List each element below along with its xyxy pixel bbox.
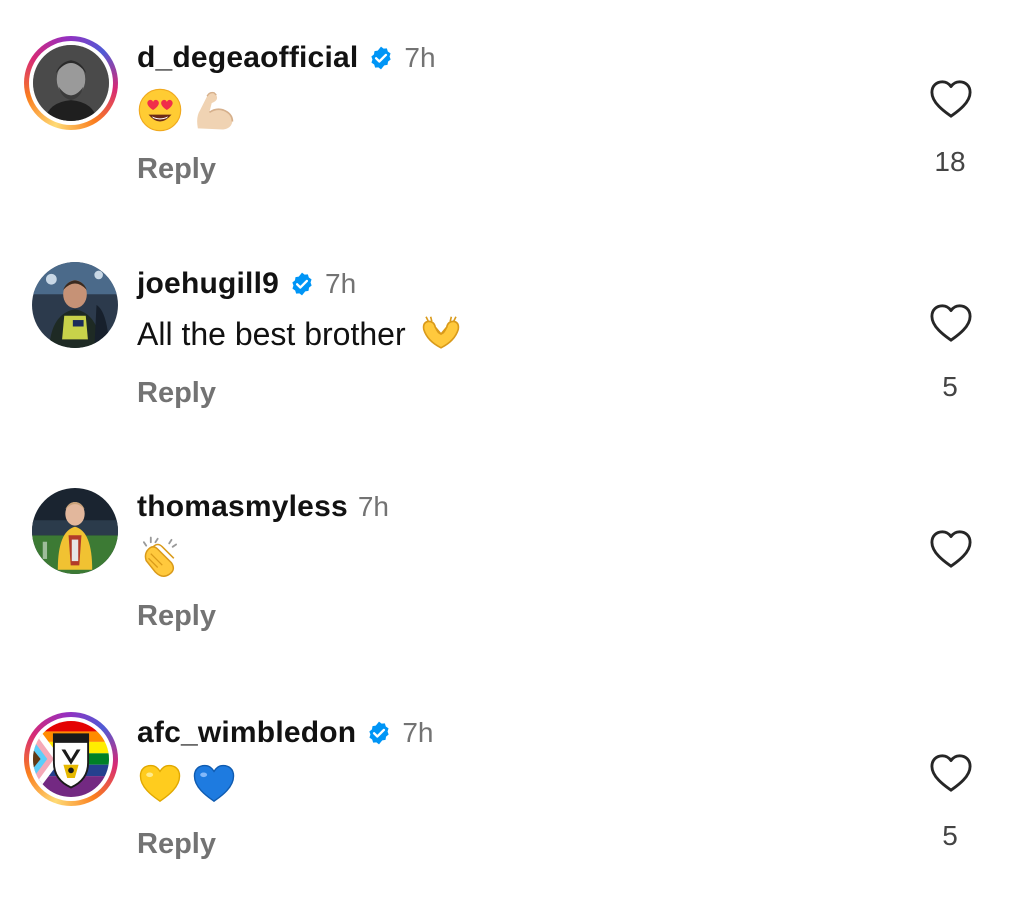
comment-header: joehugill9 7h [137,264,356,304]
like-count: 18 [934,146,966,177]
timestamp: 7h [404,42,436,73]
yellow-heart-emoji [137,761,183,807]
verified-badge-icon [368,45,394,71]
timestamp: 7h [402,717,434,748]
avatar[interactable] [24,36,118,130]
like-count: 5 [942,371,958,402]
timestamp: 7h [325,268,357,299]
reply-button[interactable]: Reply [137,600,216,633]
like-heart-icon[interactable] [928,752,974,794]
reply-button[interactable]: Reply [137,377,216,410]
comment-text [137,760,245,808]
like-heart-icon[interactable] [928,78,974,120]
avatar-image [32,262,118,348]
like-heart-icon[interactable] [928,528,974,570]
avatar[interactable] [24,712,118,806]
reply-button[interactable]: Reply [137,153,216,186]
heart-eyes-emoji [137,87,183,133]
comment-header: afc_wimbledon 7h [137,713,433,753]
clapping-hands-emoji [137,533,183,579]
comment-text [137,86,245,134]
verified-badge-icon [289,271,315,297]
like-count: 5 [942,820,958,851]
comment-text-content: All the best brother [137,315,406,352]
comment-header: thomasmyless 7h [137,487,389,527]
comment-text [137,532,191,580]
username[interactable]: d_degeaofficial [137,41,358,75]
verified-badge-icon [366,720,392,746]
avatar-image [33,721,109,797]
username[interactable]: afc_wimbledon [137,716,356,750]
comment-header: d_degeaofficial 7h [137,38,436,78]
heart-hands-emoji [418,311,464,357]
timestamp: 7h [357,491,389,522]
flexed-biceps-emoji [191,87,237,133]
username[interactable]: joehugill9 [137,267,279,301]
avatar-image [33,45,109,121]
comment-text: All the best brother [137,310,472,358]
avatar[interactable] [24,254,118,348]
blue-heart-emoji [191,761,237,807]
like-heart-icon[interactable] [928,302,974,344]
reply-button[interactable]: Reply [137,828,216,861]
avatar[interactable] [24,480,118,574]
avatar-image [32,488,118,574]
username[interactable]: thomasmyless [137,490,348,524]
